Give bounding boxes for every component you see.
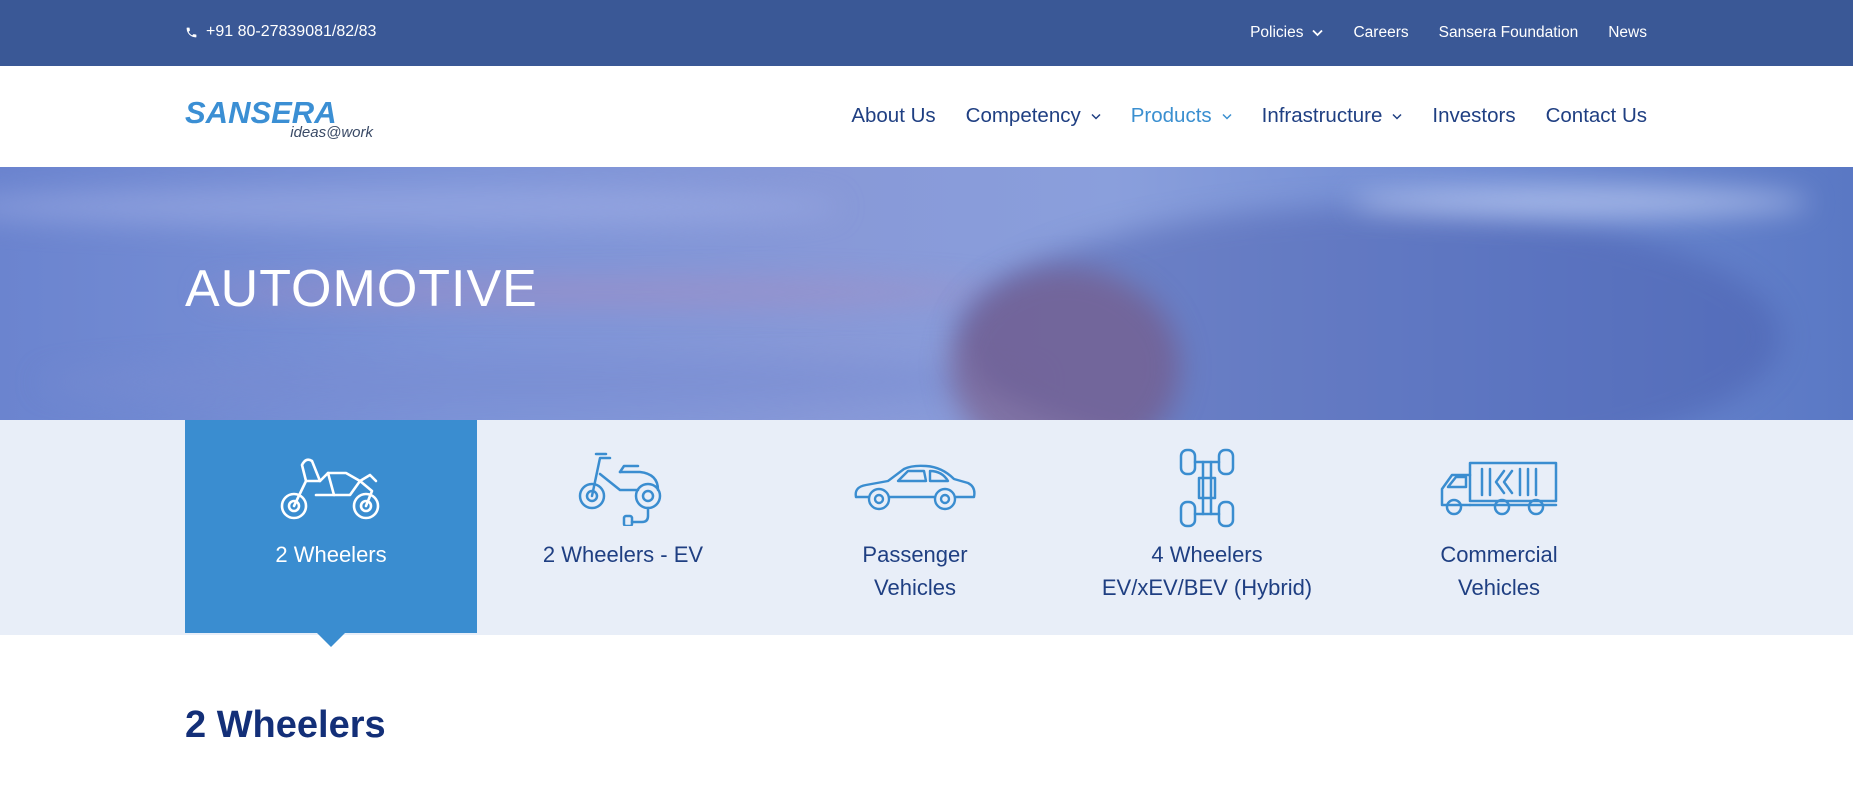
utility-link-label: Policies <box>1250 24 1304 41</box>
nav-label: Investors <box>1432 104 1516 127</box>
main-header: SANSERA ideas@work About Us Competency P… <box>0 66 1853 167</box>
tab-icon-wrap <box>477 448 769 528</box>
tab-label: 2 Wheelers <box>185 538 477 571</box>
page-title: AUTOMOTIVE <box>185 260 538 318</box>
active-tab-pointer <box>316 632 346 647</box>
hero-motion-streak <box>40 357 1040 407</box>
tab-icon-wrap <box>1353 448 1645 528</box>
chevron-down-icon <box>1312 29 1324 37</box>
phone-contact[interactable]: +91 80-27839081/82/83 <box>185 23 376 41</box>
nav-label: Competency <box>965 104 1081 127</box>
hero-banner: AUTOMOTIVE <box>0 167 1853 420</box>
tab-label-line: 2 Wheelers - EV <box>542 542 704 567</box>
tab-label: Passenger Vehicles <box>769 538 1061 604</box>
nav-products[interactable]: Products <box>1131 104 1232 128</box>
tab-label-line: Passenger <box>862 542 968 567</box>
tab-icon-wrap <box>769 448 1061 528</box>
tab-2-wheelers-ev[interactable]: 2 Wheelers - EV <box>477 420 769 633</box>
hero-highlight <box>1350 187 1810 217</box>
tab-label-line: Commercial <box>1440 542 1558 567</box>
nav-contact-us[interactable]: Contact Us <box>1546 104 1647 128</box>
utility-link-label: Careers <box>1353 24 1409 41</box>
chassis-icon <box>1179 448 1235 528</box>
tab-icon-wrap <box>1061 448 1353 528</box>
utility-link-policies[interactable]: Policies <box>1250 24 1324 42</box>
nav-about-us[interactable]: About Us <box>851 104 935 128</box>
utility-link-label: News <box>1608 24 1647 41</box>
nav-label: Products <box>1130 104 1212 127</box>
tab-label-line: Vehicles <box>1458 575 1540 600</box>
nav-label: Infrastructure <box>1261 104 1383 127</box>
tab-label: 4 Wheelers EV/xEV/BEV (Hybrid) <box>1061 538 1353 604</box>
phone-icon <box>186 27 197 37</box>
top-bar: +91 80-27839081/82/83 Policies Careers S… <box>0 0 1853 66</box>
chevron-down-icon <box>1392 113 1402 120</box>
sansera-logo[interactable]: SANSERA ideas@work <box>185 97 375 141</box>
utility-link-careers[interactable]: Careers <box>1353 24 1408 42</box>
utility-link-label: Sansera Foundation <box>1438 24 1579 41</box>
category-tabs: 2 Wheelers 2 Wheelers - EV Passenger Veh… <box>0 420 1853 647</box>
tab-commercial-vehicles[interactable]: Commercial Vehicles <box>1353 420 1645 633</box>
logo-tagline: ideas@work <box>290 124 373 141</box>
main-nav: About Us Competency Products Infrastruct… <box>851 104 1647 128</box>
tab-label: 2 Wheelers - EV <box>477 538 769 571</box>
tab-2-wheelers[interactable]: 2 Wheelers <box>185 420 477 647</box>
utility-nav: Policies Careers Sansera Foundation News <box>1250 24 1647 42</box>
nav-infrastructure[interactable]: Infrastructure <box>1262 104 1403 128</box>
chevron-down-icon <box>1091 113 1101 120</box>
motorcycle-icon <box>280 458 380 520</box>
tab-label-line: EV/xEV/BEV (Hybrid) <box>1101 575 1313 600</box>
utility-link-foundation[interactable]: Sansera Foundation <box>1439 24 1579 42</box>
truck-icon <box>1440 461 1558 516</box>
tab-label-line: 4 Wheelers <box>1151 542 1263 567</box>
nav-label: About Us <box>851 104 936 127</box>
tab-label: Commercial Vehicles <box>1353 538 1645 604</box>
nav-investors[interactable]: Investors <box>1432 104 1515 128</box>
hero-motion-streak <box>0 187 840 227</box>
car-icon <box>854 464 976 511</box>
chevron-down-icon <box>1222 113 1232 120</box>
tab-icon-wrap <box>185 448 477 528</box>
section-title: 2 Wheelers <box>185 704 386 746</box>
tab-passenger-vehicles[interactable]: Passenger Vehicles <box>769 420 1061 633</box>
electric-scooter-icon <box>578 452 662 526</box>
tab-label-line: 2 Wheelers <box>275 542 387 567</box>
phone-number: +91 80-27839081/82/83 <box>206 23 377 40</box>
tab-label-line: Vehicles <box>874 575 956 600</box>
nav-label: Contact Us <box>1545 104 1647 127</box>
nav-competency[interactable]: Competency <box>966 104 1101 128</box>
tab-4-wheelers-ev[interactable]: 4 Wheelers EV/xEV/BEV (Hybrid) <box>1061 420 1353 633</box>
utility-link-news[interactable]: News <box>1608 24 1647 42</box>
